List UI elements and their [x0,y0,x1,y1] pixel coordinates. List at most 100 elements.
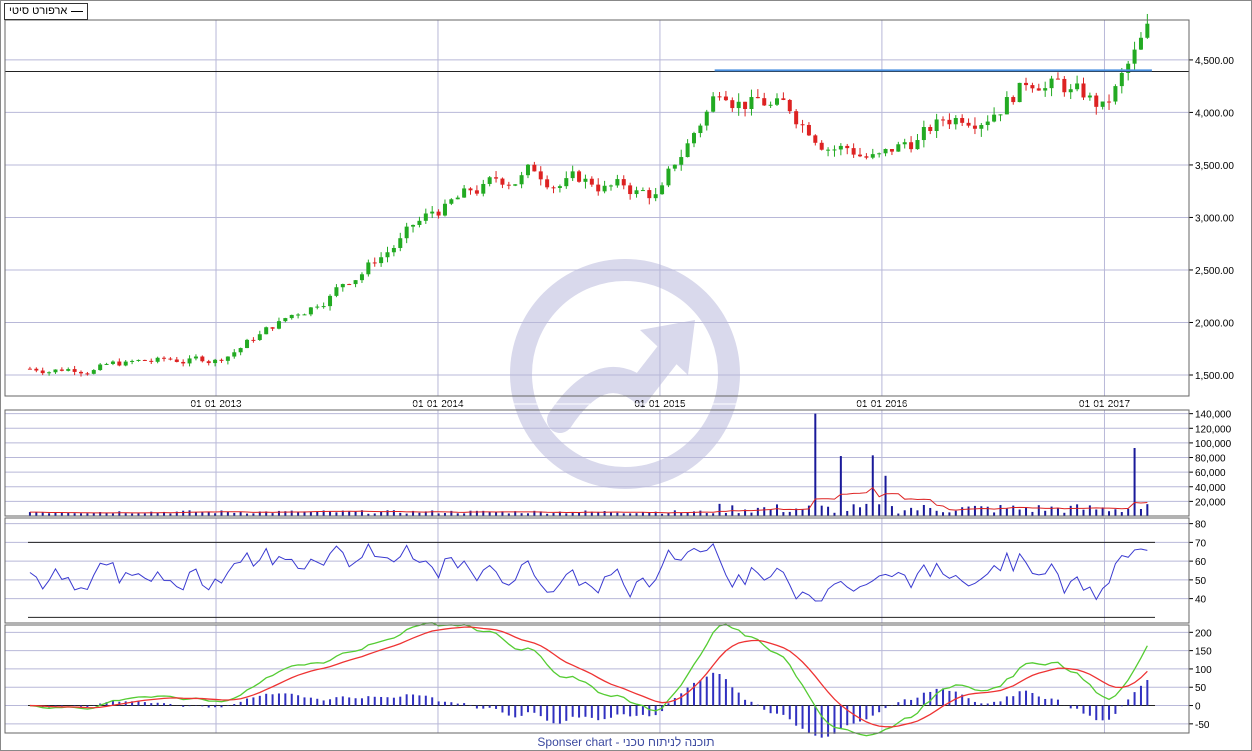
volume-bar [776,504,779,516]
volume-bar [980,506,983,516]
candle-body [602,185,607,192]
macd-histogram-bar [169,703,172,706]
candle-body [679,157,684,165]
candle-body [545,179,550,188]
macd-histogram-bar [233,704,236,706]
candle-body [519,175,524,185]
volume-bar [827,506,830,516]
candle-body [800,124,805,126]
candle-body [59,369,64,371]
macd-histogram-bar [546,705,549,721]
candle-body [1138,37,1143,50]
macd-histogram-bar [1101,705,1104,721]
candle-body [608,185,613,187]
macd-histogram-bar [239,701,242,706]
y-tick-label-rsi: 70 [1195,538,1207,549]
candle-body [564,178,569,187]
macd-line [29,622,1148,737]
volume-bar [1056,508,1059,516]
candle-body [53,369,58,373]
candle-body [404,226,409,239]
candle-body [1081,83,1086,98]
candle-body [947,119,952,125]
volume-bar [878,504,881,516]
volume-bar [309,511,312,516]
candle-body [276,321,281,329]
macd-histogram-bar [1025,690,1028,706]
macd-histogram-bar [507,705,510,716]
candle-body [130,360,135,362]
candle-body [621,179,626,186]
candle-body [423,213,428,221]
macd-histogram-bar [712,672,715,706]
candle-body [385,252,390,258]
macd-histogram-bar [833,705,836,734]
candle-body [979,125,984,129]
candle-body [998,114,1003,116]
candle-body [1107,101,1112,103]
macd-histogram-bar [571,705,574,717]
panel-frame-rsi [4,517,1190,624]
y-tick-label-macd: 50 [1195,683,1207,694]
volume-bar [1146,504,1149,516]
volume-bar [1031,511,1034,516]
volume-bar [1108,511,1111,516]
candle-body [1062,78,1067,93]
volume-bar [993,512,996,516]
macd-histogram-bar [182,705,185,707]
volume-bar [903,510,906,516]
candle-body [155,357,160,362]
candle-body [353,280,358,285]
volume-bar [769,509,772,516]
candle-body [142,359,147,361]
candle-body [1087,95,1092,98]
macd-histogram-bar [60,705,63,707]
legend-swatch-line-icon [71,11,84,12]
candle-body [730,100,735,109]
volume-bar [884,475,887,516]
macd-histogram-bar [1005,696,1008,706]
candle-body [557,186,562,188]
volume-bar [1082,509,1085,516]
volume-bar [782,512,785,516]
macd-histogram-bar [367,696,370,706]
watermark-logo [510,259,740,489]
volume-bar [354,511,357,516]
macd-histogram-bar [731,687,734,706]
y-tick-label-volume: 140,000 [1195,410,1232,421]
chart-legend[interactable]: ארפורט סיטי [4,3,89,20]
y-tick-label-price: 3,000.00 [1195,213,1234,224]
candle-body [232,352,237,357]
macd-histogram-bar [80,705,83,707]
macd-histogram-bar [673,697,676,706]
macd-histogram-bar [405,694,408,706]
macd-histogram-bar [724,679,727,706]
macd-histogram-bar [475,705,478,709]
candle-body [755,97,760,99]
macd-histogram-bar [680,693,683,706]
macd-histogram-bar [1133,692,1136,706]
volume-bar [290,510,293,516]
macd-histogram-bar [380,696,383,706]
volume-bar [910,507,913,516]
volume-bar [1139,508,1142,516]
candle-body [379,257,384,264]
macd-histogram-bar [412,694,415,706]
candle-body [296,314,301,316]
macd-histogram-bar [1076,705,1079,709]
candle-body [494,177,499,179]
macd-histogram-bar [220,705,223,708]
macd-histogram-bar [163,703,166,706]
macd-histogram-bar [514,705,517,718]
macd-histogram-bar [418,695,421,706]
candle-body [653,194,658,199]
macd-histogram-bar [1095,705,1098,721]
candle-body [640,190,645,192]
candle-body [168,358,173,360]
volume-bar [801,509,804,516]
macd-histogram-bar [495,705,498,709]
macd-histogram-bar [1050,698,1053,706]
candle-body [870,154,875,158]
volume-bar [335,512,338,516]
candle-body [468,188,473,191]
